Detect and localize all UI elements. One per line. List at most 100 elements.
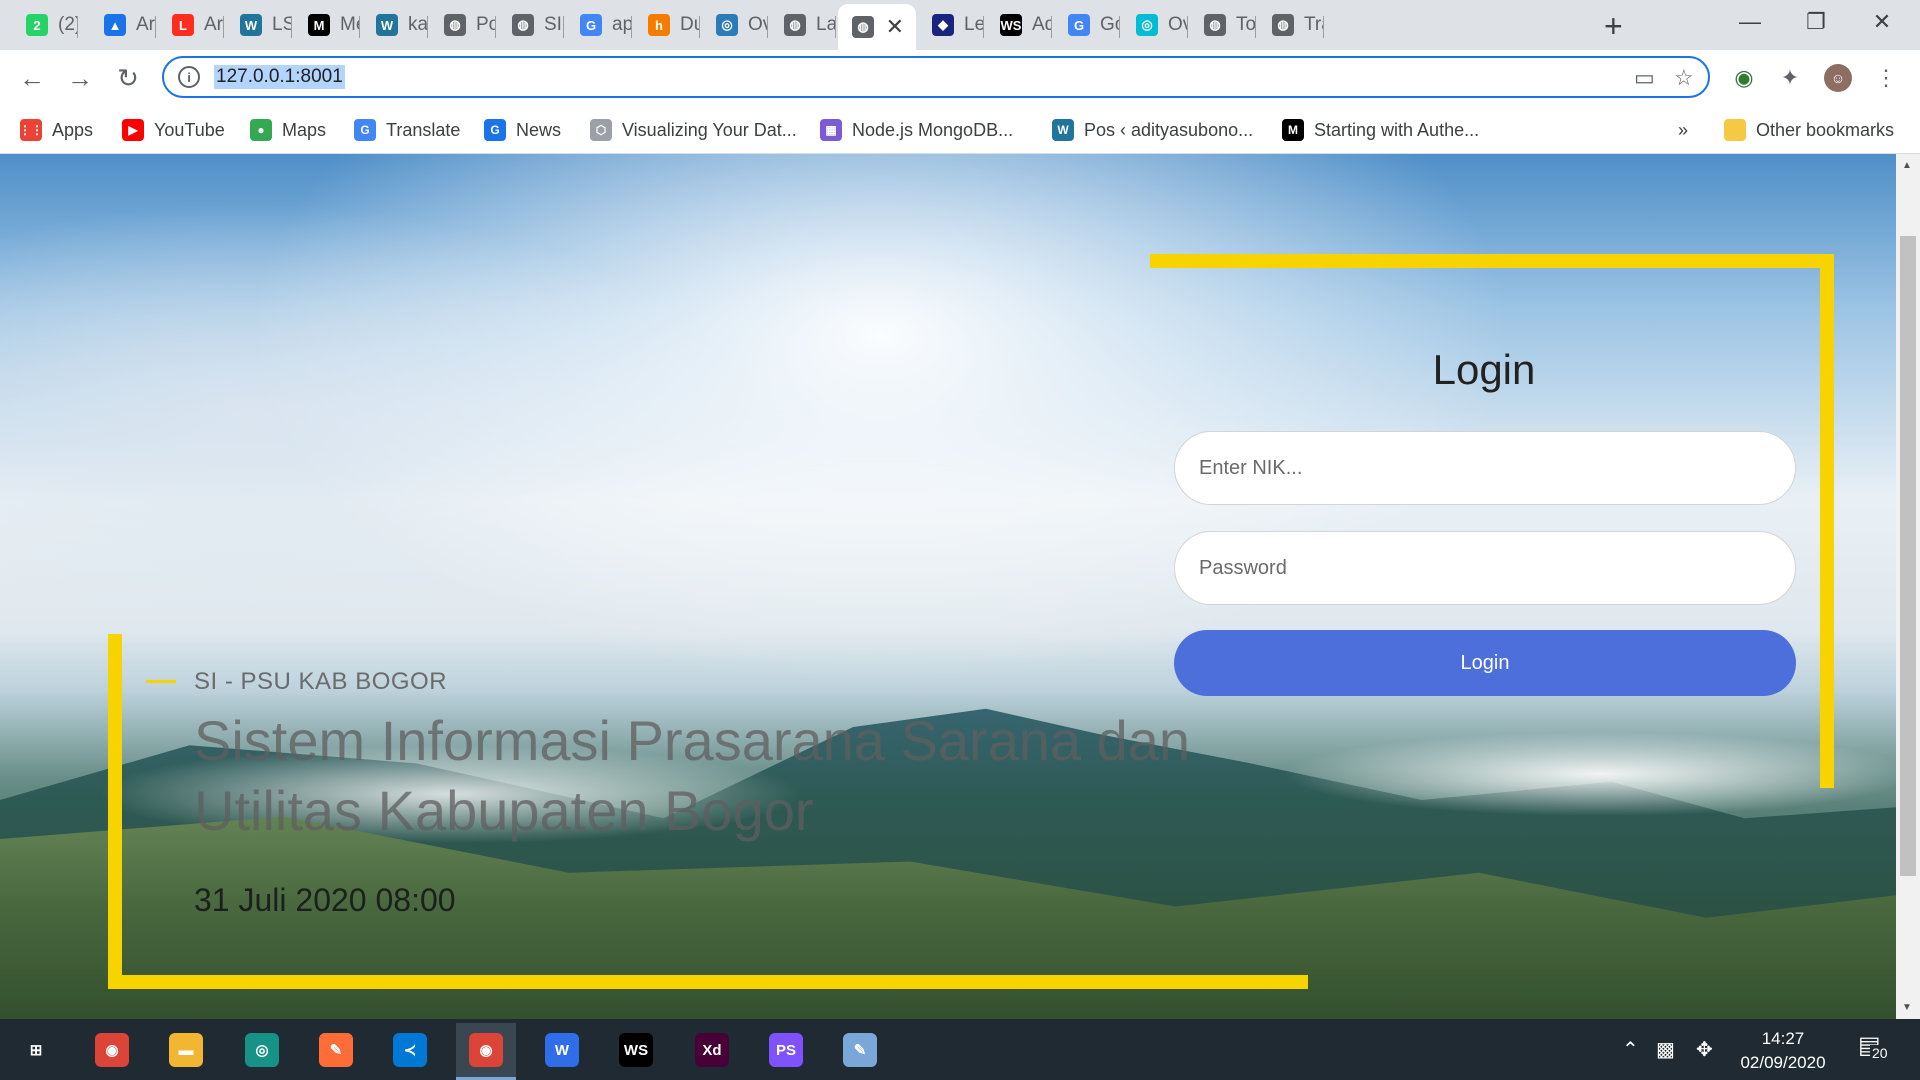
extension-earth-icon[interactable]: ◉ — [1730, 64, 1758, 92]
close-window-button[interactable]: ✕ — [1852, 0, 1912, 44]
browser-tab[interactable]: L Art — [158, 6, 224, 44]
site-info-icon[interactable]: i — [178, 66, 200, 88]
tab-title: LS — [272, 14, 292, 35]
login-frame — [1150, 254, 1834, 788]
other-bookmarks-folder[interactable]: Other bookmarks — [1724, 116, 1894, 144]
vscode-taskbar-icon[interactable]: ≺ — [380, 1027, 440, 1073]
login-button[interactable]: Login — [1174, 630, 1796, 696]
browser-tab[interactable]: Gap — [566, 6, 632, 44]
bookmark-item[interactable]: ● Maps — [250, 116, 326, 144]
scroll-up-icon[interactable]: ▲ — [1902, 160, 1912, 171]
bookmark-item[interactable]: G News — [484, 116, 561, 144]
tab-separator — [1119, 16, 1120, 38]
clock-time: 14:27 — [1761, 1029, 1805, 1048]
chrome-taskbar-icon[interactable]: ◉ — [82, 1027, 142, 1073]
browser-tab[interactable]: ◍ ✕ — [838, 4, 916, 50]
other-bookmarks-label: Other bookmarks — [1756, 119, 1895, 140]
bookmark-item[interactable]: ⬡ Visualizing Your Dat... — [590, 116, 797, 144]
hero-dash — [146, 680, 176, 683]
bookmark-item[interactable]: ▶ YouTube — [122, 116, 225, 144]
browser-tab[interactable]: ◎ Ov — [1122, 6, 1188, 44]
tab-title: Tra — [1304, 14, 1324, 35]
tab-title: Arr — [136, 14, 156, 35]
browser-tab[interactable]: M Me — [294, 6, 360, 44]
gitkraken-taskbar-icon[interactable]: ◎ — [232, 1027, 292, 1073]
browser-tab[interactable]: WS Ad — [986, 6, 1052, 44]
site-icon: ◆ — [932, 14, 954, 36]
bookmark-label: Pos ‹ adityasubono... — [1084, 119, 1254, 140]
wordpress-icon: W — [240, 14, 262, 36]
taskbar-clock[interactable]: 14:27 02/09/2020 — [1718, 1027, 1848, 1075]
browser-tab[interactable]: ▲ Arr — [90, 6, 156, 44]
new-tab-button[interactable]: + — [1604, 8, 1623, 45]
tab-separator — [1323, 16, 1324, 38]
address-bar[interactable]: i 127.0.0.1:8001 ▭ ☆ — [162, 56, 1710, 98]
close-tab-icon[interactable]: ✕ — [886, 14, 904, 40]
browser-tab[interactable]: ◎ Ov — [702, 6, 768, 44]
adobe-xd-taskbar-icon[interactable]: Xd — [682, 1027, 742, 1073]
battery-icon[interactable]: ▩ — [1656, 1037, 1675, 1062]
site-icon: ◎ — [716, 14, 738, 36]
bookmark-item[interactable]: ▦ Node.js MongoDB... — [820, 116, 1013, 144]
tab-title: Du — [680, 14, 700, 35]
browser-tab[interactable]: ◍ To — [1190, 6, 1256, 44]
bookmark-item[interactable]: W Pos ‹ adityasubono... — [1052, 116, 1253, 144]
globe-icon: ◍ — [784, 14, 806, 36]
minimize-button[interactable]: — — [1720, 0, 1780, 44]
translate-icon: G — [1068, 14, 1090, 36]
wps-taskbar-icon[interactable]: W — [532, 1027, 592, 1073]
bookmark-star-icon[interactable]: ☆ — [1674, 65, 1694, 91]
back-icon[interactable]: ← — [16, 62, 48, 94]
gitkraken-glyph-icon: ◎ — [245, 1033, 279, 1067]
browser-tab[interactable]: 2 (2) — [12, 6, 78, 44]
browser-tab[interactable]: Wkal — [362, 6, 428, 44]
site-icon: h — [648, 14, 670, 36]
webstorm-taskbar-icon[interactable]: WS — [606, 1027, 666, 1073]
browser-tab[interactable]: ◍ Po — [430, 6, 496, 44]
url-text[interactable]: 127.0.0.1:8001 — [214, 65, 345, 89]
browser-tab[interactable]: ◍ SI - — [498, 6, 564, 44]
scroll-down-icon[interactable]: ▼ — [1902, 1002, 1912, 1013]
phpstorm-glyph-icon: PS — [769, 1033, 803, 1067]
profile-avatar[interactable]: ☺ — [1824, 64, 1852, 92]
bookmark-item[interactable]: G Translate — [354, 116, 460, 144]
wifi-icon[interactable]: ✥ — [1696, 1037, 1713, 1062]
page-scrollbar[interactable]: ▲ ▼ — [1896, 154, 1920, 1019]
phpstorm-taskbar-icon[interactable]: PS — [756, 1027, 816, 1073]
tab-separator — [155, 16, 156, 38]
scroll-thumb[interactable] — [1900, 236, 1916, 876]
chrome-glyph-icon: ◉ — [95, 1033, 129, 1067]
paint-taskbar-icon[interactable]: ✎ — [830, 1027, 890, 1073]
notification-center-icon[interactable]: ▤ 20 — [1858, 1031, 1892, 1065]
browser-tab[interactable]: h Du — [634, 6, 700, 44]
browser-tab[interactable]: G Go — [1054, 6, 1120, 44]
file-explorer-taskbar-icon[interactable]: ▬ — [156, 1027, 216, 1073]
tab-title: Go — [1100, 14, 1120, 35]
site-icon: ◎ — [1136, 14, 1158, 36]
bookmark-item[interactable]: M Starting with Authe... — [1282, 116, 1479, 144]
nik-input[interactable]: Enter NIK... — [1174, 431, 1796, 505]
tab-separator — [563, 16, 564, 38]
bookmarks-overflow-button[interactable]: » — [1678, 116, 1688, 144]
restore-button[interactable]: ❐ — [1786, 0, 1846, 44]
postman-taskbar-icon[interactable]: ✎ — [306, 1027, 366, 1073]
tab-separator — [223, 16, 224, 38]
reload-icon[interactable]: ↻ — [112, 62, 144, 94]
bookmark-item[interactable]: ⋮⋮ Apps — [19, 116, 93, 144]
globe-icon: ◍ — [1204, 14, 1226, 36]
forward-icon[interactable]: → — [64, 62, 96, 94]
cast-icon[interactable]: ▭ — [1634, 65, 1655, 91]
browser-tab[interactable]: ◆ Les — [918, 6, 984, 44]
extensions-puzzle-icon[interactable]: ✦ — [1776, 64, 1804, 92]
menu-kebab-icon[interactable]: ⋮ — [1872, 64, 1900, 92]
password-input[interactable]: Password — [1174, 531, 1796, 605]
browser-tab[interactable]: W LS — [226, 6, 292, 44]
hero-subtitle: SI - PSU KAB BOGOR — [194, 668, 448, 695]
chrome-profile-taskbar-icon[interactable]: ◉ — [456, 1023, 516, 1080]
start-button[interactable]: ⊞ — [6, 1027, 66, 1073]
browser-tab[interactable]: ◍ Tra — [1258, 6, 1324, 44]
globe-icon: ◍ — [512, 14, 534, 36]
tray-chevron-icon[interactable]: ⌃ — [1622, 1037, 1639, 1062]
browser-tab[interactable]: ◍ Lar — [770, 6, 836, 44]
medium-icon: M — [308, 14, 330, 36]
